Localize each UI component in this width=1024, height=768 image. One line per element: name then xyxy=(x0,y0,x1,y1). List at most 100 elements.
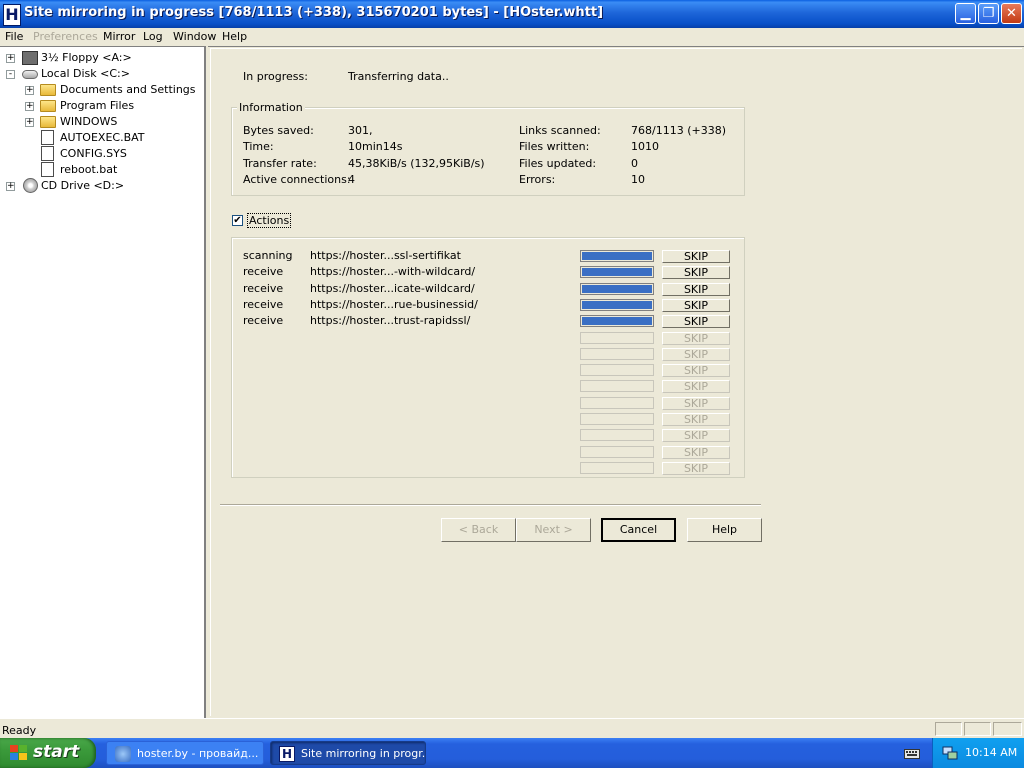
skip-button: SKIP xyxy=(662,332,730,345)
status-text: Ready xyxy=(2,724,37,737)
close-button[interactable]: ✕ xyxy=(1001,3,1022,24)
action-url: https://hoster...icate-wildcard/ xyxy=(310,282,475,295)
skip-button[interactable]: SKIP xyxy=(662,315,730,328)
files-updated-label: Files updated: xyxy=(519,157,597,170)
time-label: Time: xyxy=(243,140,274,153)
skip-button[interactable]: SKIP xyxy=(662,299,730,312)
expand-icon[interactable]: + xyxy=(25,118,34,127)
cancel-button[interactable]: Cancel xyxy=(601,518,676,542)
errors-label: Errors: xyxy=(519,173,556,186)
expand-icon[interactable]: + xyxy=(6,182,15,191)
help-button[interactable]: Help xyxy=(687,518,762,542)
tree-item-label: reboot.bat xyxy=(60,163,118,176)
action-progress-bar xyxy=(580,429,654,441)
minimize-button[interactable]: ▁ xyxy=(955,3,976,24)
expand-icon[interactable]: + xyxy=(6,54,15,63)
tree-item-config[interactable]: CONFIG.SYS xyxy=(0,146,200,162)
action-type: scanning xyxy=(243,249,293,262)
tree-item-autoexec[interactable]: AUTOEXEC.BAT xyxy=(0,130,200,146)
restore-icon: ❐ xyxy=(982,6,995,21)
errors-value: 10 xyxy=(631,173,645,186)
tree-item-program-files[interactable]: + Program Files xyxy=(0,98,200,114)
folder-tree[interactable]: + 3½ Floppy <A:> - Local Disk <C:> + Doc… xyxy=(0,46,206,718)
tree-item-local-disk[interactable]: - Local Disk <C:> xyxy=(0,66,200,82)
information-title: Information xyxy=(237,101,305,114)
action-progress-bar xyxy=(580,462,654,474)
bytes-saved-label: Bytes saved: xyxy=(243,124,314,137)
menu-log[interactable]: Log xyxy=(143,30,163,43)
tree-item-label: WINDOWS xyxy=(60,115,118,128)
active-connections-label: Active connections: xyxy=(243,173,351,186)
windows-logo-icon xyxy=(10,745,28,761)
tree-item-label: Program Files xyxy=(60,99,135,112)
transfer-rate-label: Transfer rate: xyxy=(243,157,317,170)
restore-button[interactable]: ❐ xyxy=(978,3,999,24)
taskbar-item-browser[interactable]: hoster.by - провайд... xyxy=(106,741,264,765)
in-progress-label: In progress: xyxy=(243,70,308,83)
menu-mirror[interactable]: Mirror xyxy=(103,30,135,43)
actions-checkbox[interactable]: ✔ xyxy=(232,215,243,226)
start-button[interactable]: start xyxy=(0,738,96,768)
skip-button: SKIP xyxy=(662,446,730,459)
skip-button: SKIP xyxy=(662,429,730,442)
keyboard-icon[interactable] xyxy=(904,747,920,759)
action-progress-bar xyxy=(580,299,654,311)
task-label: hoster.by - провайд... xyxy=(137,747,259,760)
action-type: receive xyxy=(243,298,284,311)
tree-item-label: Local Disk <C:> xyxy=(41,67,130,80)
tree-item-reboot[interactable]: reboot.bat xyxy=(0,162,200,178)
taskbar-item-httrack[interactable]: H Site mirroring in progr... xyxy=(270,741,426,765)
taskbar: start hoster.by - провайд... H Site mirr… xyxy=(0,738,1024,768)
action-progress-bar xyxy=(580,250,654,262)
menu-file[interactable]: File xyxy=(5,30,23,43)
tree-item-label: CONFIG.SYS xyxy=(60,147,127,160)
expand-icon[interactable]: + xyxy=(25,86,34,95)
action-progress-bar xyxy=(580,380,654,392)
transfer-rate-value: 45,38KiB/s (132,95KiB/s) xyxy=(348,157,485,170)
expand-icon[interactable]: + xyxy=(25,102,34,111)
tree-item-label: CD Drive <D:> xyxy=(41,179,125,192)
file-icon xyxy=(41,130,54,145)
links-scanned-value: 768/1113 (+338) xyxy=(631,124,726,137)
httrack-app-icon: H xyxy=(3,4,21,26)
action-progress-bar xyxy=(580,413,654,425)
skip-button: SKIP xyxy=(662,462,730,475)
tree-item-cd-drive[interactable]: + CD Drive <D:> xyxy=(0,178,200,194)
tree-item-windows[interactable]: + WINDOWS xyxy=(0,114,200,130)
files-written-label: Files written: xyxy=(519,140,590,153)
files-written-value: 1010 xyxy=(631,140,659,153)
action-progress-bar xyxy=(580,446,654,458)
window-title: Site mirroring in progress [768/1113 (+3… xyxy=(24,5,604,20)
actions-label[interactable]: Actions xyxy=(247,213,292,228)
tree-item-documents[interactable]: + Documents and Settings xyxy=(0,82,200,98)
file-icon xyxy=(41,146,54,161)
folder-icon xyxy=(40,100,56,112)
skip-button: SKIP xyxy=(662,364,730,377)
time-value: 10min14s xyxy=(348,140,403,153)
clock: 10:14 AM xyxy=(965,746,1018,759)
tree-item-label: 3½ Floppy <A:> xyxy=(41,51,132,64)
status-cell xyxy=(935,722,962,736)
next-button: Next > xyxy=(516,518,591,542)
status-bar: Ready xyxy=(0,718,1024,739)
file-icon xyxy=(41,162,54,177)
network-icon[interactable] xyxy=(942,745,958,761)
title-bar[interactable]: H Site mirroring in progress [768/1113 (… xyxy=(0,0,1024,28)
action-progress-bar xyxy=(580,315,654,327)
folder-icon xyxy=(40,84,56,96)
action-progress-bar xyxy=(580,348,654,360)
status-cell xyxy=(964,722,991,736)
tree-item-floppy[interactable]: + 3½ Floppy <A:> xyxy=(0,50,200,66)
menu-window[interactable]: Window xyxy=(173,30,216,43)
action-url: https://hoster...ssl-sertifikat xyxy=(310,249,461,262)
skip-button[interactable]: SKIP xyxy=(662,266,730,279)
menu-help[interactable]: Help xyxy=(222,30,247,43)
start-label: start xyxy=(33,742,80,762)
files-updated-value: 0 xyxy=(631,157,638,170)
skip-button[interactable]: SKIP xyxy=(662,250,730,263)
collapse-icon[interactable]: - xyxy=(6,70,15,79)
action-url: https://hoster...-with-wildcard/ xyxy=(310,265,476,278)
skip-button: SKIP xyxy=(662,413,730,426)
skip-button[interactable]: SKIP xyxy=(662,283,730,296)
skip-button: SKIP xyxy=(662,397,730,410)
